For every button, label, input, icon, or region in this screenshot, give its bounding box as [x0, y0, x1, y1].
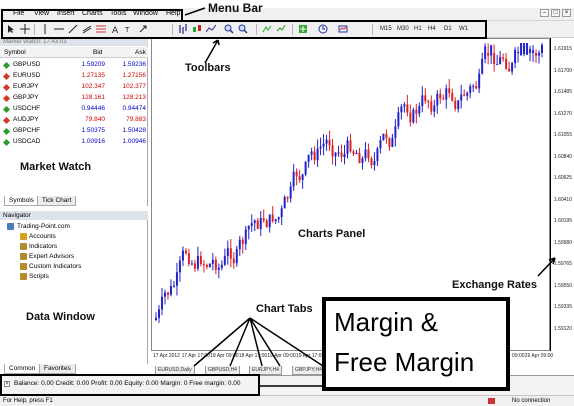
annotation-margin-line1: Margin & — [334, 307, 439, 337]
annotation-toolbars: Toolbars — [185, 62, 231, 74]
annotation-margin-line2: Free Margin — [334, 347, 475, 377]
annotation-market-watch: Market Watch — [20, 161, 92, 173]
annotation-data-window: Data Window — [26, 311, 95, 323]
annotation-charts-panel: Charts Panel — [298, 228, 366, 240]
annotation-margin-box: Margin & Free Margin — [322, 297, 510, 391]
annotation-menu-bar: Menu Bar — [208, 1, 263, 15]
annotation-exchange-rates: Exchange Rates — [452, 279, 537, 291]
annotation-chart-tabs: Chart Tabs — [256, 303, 313, 315]
